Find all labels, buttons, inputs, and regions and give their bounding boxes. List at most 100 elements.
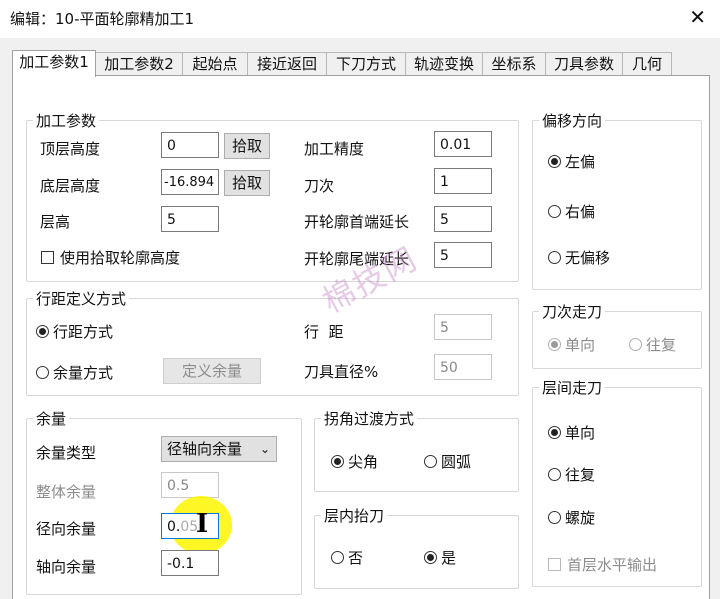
top-height-input[interactable]: 0 <box>161 132 219 158</box>
machining-params-legend: 加工参数 <box>33 110 100 131</box>
tool-diameter-percent-label: 刀具直径% <box>304 363 379 381</box>
bottom-height-input[interactable]: -16.894 <box>161 169 219 195</box>
tab-coordinate-system[interactable]: 坐标系 <box>482 52 546 76</box>
pick-top-height-button[interactable]: 拾取 <box>224 133 270 159</box>
stepover-legend: 行距定义方式 <box>33 288 130 309</box>
radio-selected-icon[interactable] <box>548 426 561 439</box>
checkbox-box[interactable] <box>548 558 561 571</box>
overall-allowance-input[interactable]: 0.5 <box>161 472 219 498</box>
offset-right-radio[interactable]: 右偏 <box>548 201 595 222</box>
tab-tool-params[interactable]: 刀具参数 <box>545 52 623 76</box>
radial-allowance-input[interactable]: 0.05 <box>161 513 219 539</box>
tab-approach-return[interactable]: 接近返回 <box>247 52 327 76</box>
radial-allowance-value-part1: 0. <box>167 519 181 535</box>
stepover-mode-label: 行距方式 <box>53 323 114 341</box>
offset-direction-legend: 偏移方向 <box>539 110 606 131</box>
corner-arc-label: 圆弧 <box>441 453 472 471</box>
allowance-type-select[interactable]: 径轴向余量 ⌄ <box>161 436 277 462</box>
pass-zigzag-radio[interactable]: 往复 <box>629 334 676 355</box>
pick-bottom-height-button[interactable]: 拾取 <box>224 170 270 196</box>
corner-arc-radio[interactable]: 圆弧 <box>424 451 471 472</box>
layer-height-label: 层高 <box>40 213 71 231</box>
checkbox-box[interactable] <box>41 251 54 264</box>
use-pick-contour-height-label: 使用拾取轮廓高度 <box>60 249 181 267</box>
title-bar: 编辑：10-平面轮廓精加工1 ✕ <box>0 0 720 38</box>
layer-spiral-radio[interactable]: 螺旋 <box>548 507 595 528</box>
pass-count-label: 刀次 <box>304 177 335 195</box>
offset-left-label: 左偏 <box>565 153 596 171</box>
lift-yes-label: 是 <box>441 549 457 567</box>
tab-machining-params-2[interactable]: 加工参数2 <box>95 52 183 76</box>
tool-diameter-percent-input[interactable]: 50 <box>434 354 492 380</box>
axial-allowance-input[interactable]: -0.1 <box>161 550 219 576</box>
window-title: 编辑：10-平面轮廓精加工1 <box>10 10 195 28</box>
radio-selected-icon[interactable] <box>424 551 437 564</box>
tab-start-point[interactable]: 起始点 <box>182 52 248 76</box>
stepover-label: 行 距 <box>304 323 344 341</box>
radio-selected-icon[interactable] <box>548 338 561 351</box>
radial-allowance-label: 径向余量 <box>36 520 97 538</box>
allowance-mode-label: 余量方式 <box>53 364 114 382</box>
layer-zigzag-radio[interactable]: 往复 <box>548 464 595 485</box>
first-layer-flat-output-label: 首层水平输出 <box>567 556 658 574</box>
pass-oneway-label: 单向 <box>565 336 596 354</box>
layer-mode-legend: 层间走刀 <box>539 377 606 398</box>
define-allowance-button[interactable]: 定义余量 <box>163 358 261 384</box>
precision-input[interactable]: 0.01 <box>434 131 492 157</box>
layer-spiral-label: 螺旋 <box>565 509 596 527</box>
lift-no-radio[interactable]: 否 <box>331 547 363 568</box>
pass-zigzag-label: 往复 <box>646 336 677 354</box>
open-start-extension-label: 开轮廓首端延长 <box>304 213 410 231</box>
allowance-mode-radio[interactable]: 余量方式 <box>36 362 113 383</box>
allowance-type-label: 余量类型 <box>36 444 97 462</box>
offset-none-radio[interactable]: 无偏移 <box>548 247 610 268</box>
chevron-down-icon[interactable]: ⌄ <box>260 437 270 461</box>
radio-selected-icon[interactable] <box>36 325 49 338</box>
use-pick-contour-height-checkbox[interactable]: 使用拾取轮廓高度 <box>41 247 180 268</box>
radio-empty-icon[interactable] <box>629 338 642 351</box>
lift-yes-radio[interactable]: 是 <box>424 547 456 568</box>
offset-left-radio[interactable]: 左偏 <box>548 151 595 172</box>
in-layer-lift-legend: 层内抬刀 <box>321 505 388 526</box>
tab-machining-params-1[interactable]: 加工参数1 <box>12 50 96 77</box>
radio-empty-icon[interactable] <box>548 511 561 524</box>
radio-empty-icon[interactable] <box>548 205 561 218</box>
radio-empty-icon[interactable] <box>36 366 49 379</box>
tab-path-transform[interactable]: 轨迹变换 <box>405 52 483 76</box>
precision-label: 加工精度 <box>304 140 365 158</box>
layer-oneway-radio[interactable]: 单向 <box>548 422 595 443</box>
corner-transition-legend: 拐角过渡方式 <box>321 408 418 429</box>
top-height-label: 顶层高度 <box>40 140 101 158</box>
overall-allowance-label: 整体余量 <box>36 483 97 501</box>
pass-mode-legend: 刀次走刀 <box>539 301 606 322</box>
layer-height-input[interactable]: 5 <box>161 206 219 232</box>
tab-geometry[interactable]: 几何 <box>622 52 672 76</box>
axial-allowance-label: 轴向余量 <box>36 558 97 576</box>
bottom-height-label: 底层高度 <box>40 177 101 195</box>
open-start-extension-input[interactable]: 5 <box>434 206 492 232</box>
pass-oneway-radio[interactable]: 单向 <box>548 334 595 355</box>
radio-selected-icon[interactable] <box>548 155 561 168</box>
allowance-legend: 余量 <box>33 408 70 429</box>
corner-sharp-radio[interactable]: 尖角 <box>331 451 378 472</box>
radio-empty-icon[interactable] <box>424 455 437 468</box>
radio-selected-icon[interactable] <box>331 455 344 468</box>
lift-no-label: 否 <box>348 549 364 567</box>
stepover-input[interactable]: 5 <box>434 314 492 340</box>
first-layer-flat-output-checkbox[interactable]: 首层水平输出 <box>548 554 657 575</box>
radio-empty-icon[interactable] <box>548 251 561 264</box>
offset-right-label: 右偏 <box>565 203 596 221</box>
offset-none-label: 无偏移 <box>565 249 611 267</box>
pass-count-input[interactable]: 1 <box>434 168 492 194</box>
text-cursor-icon: I <box>196 509 209 539</box>
layer-zigzag-label: 往复 <box>565 466 596 484</box>
radio-empty-icon[interactable] <box>331 551 344 564</box>
allowance-type-value: 径轴向余量 <box>167 440 243 458</box>
layer-oneway-label: 单向 <box>565 424 596 442</box>
close-icon[interactable]: ✕ <box>689 6 706 28</box>
stepover-mode-radio[interactable]: 行距方式 <box>36 321 113 342</box>
corner-sharp-label: 尖角 <box>348 453 379 471</box>
open-end-extension-input[interactable]: 5 <box>434 242 492 268</box>
radio-empty-icon[interactable] <box>548 468 561 481</box>
tab-plunge-mode[interactable]: 下刀方式 <box>326 52 406 76</box>
